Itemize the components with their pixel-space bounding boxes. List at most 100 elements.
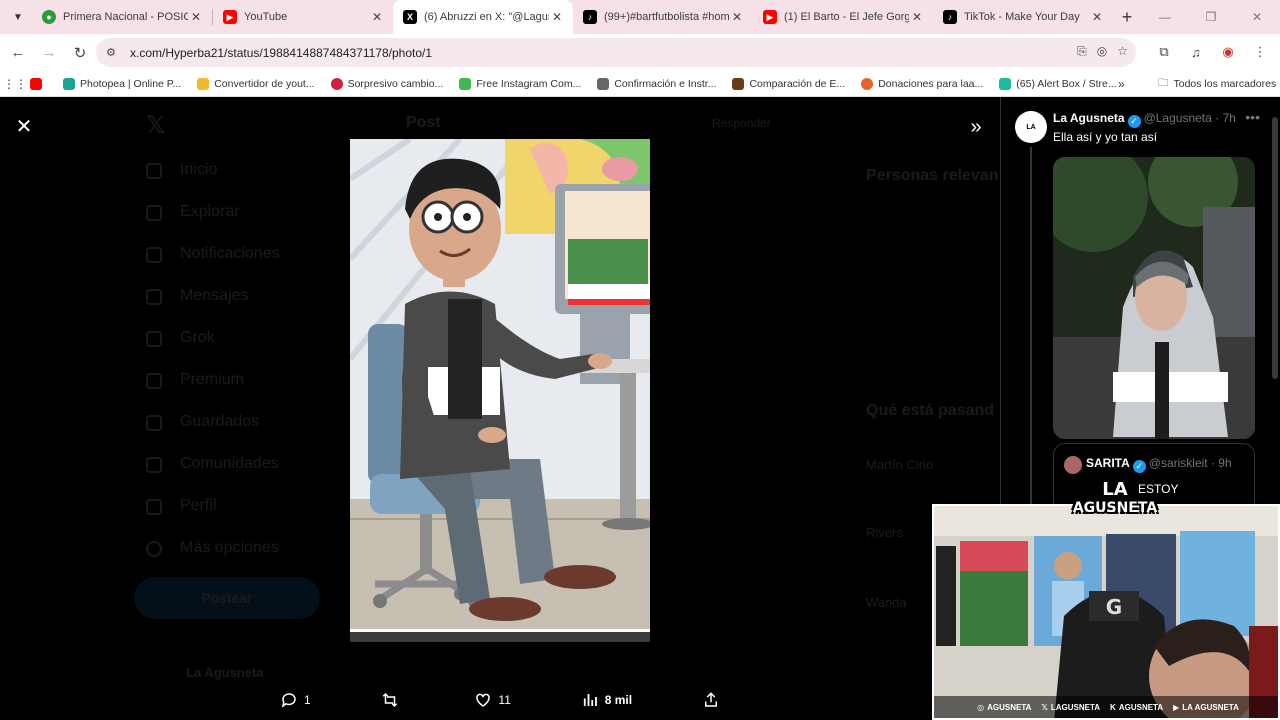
- tab-abruzzi-x[interactable]: X (6) Abruzzi en X: "@Lagusne ✕: [393, 0, 573, 34]
- extensions-icon[interactable]: ⧉: [1150, 38, 1178, 66]
- profile-icon[interactable]: ◉: [1214, 38, 1242, 66]
- tab-youtube[interactable]: ▶ YouTube ✕: [213, 0, 393, 34]
- social-label: LAGUSNETA: [1050, 702, 1101, 712]
- views-icon: [583, 694, 597, 706]
- explore-icon: [146, 205, 162, 221]
- tweet-photo[interactable]: [1053, 157, 1255, 439]
- reply-button: Responder: [712, 116, 771, 130]
- bookmark-label: Convertidor de yout...: [214, 77, 315, 90]
- tweet-text: Ella así y yo tan así: [1053, 130, 1158, 144]
- bookmark-confirmacion[interactable]: Confirmación e Instr...: [597, 77, 716, 90]
- bookmark-icon: [146, 415, 162, 431]
- bookmark-label: Free Instagram Com...: [476, 77, 582, 90]
- social-label: AGUSNETA: [987, 702, 1032, 712]
- tab-el-barto[interactable]: ▶ (1) El Barto - El Jefe Gorgory ✕: [753, 0, 933, 34]
- bookmark-label: Donaciones para laa...: [878, 77, 984, 90]
- close-media-button[interactable]: ✕: [12, 114, 36, 138]
- minimize-button[interactable]: —: [1142, 0, 1188, 34]
- media-control-icon[interactable]: ♫: [1182, 38, 1210, 66]
- like-count: 11: [498, 693, 511, 707]
- tab-tiktok-bart[interactable]: ♪ (99+)#bartfutbolista #home ✕: [573, 0, 753, 34]
- collapse-panel-button[interactable]: »: [964, 115, 988, 139]
- tab-title: Primera Nacional - POSICIO: [63, 11, 188, 23]
- relevant-people-heading: Personas relevan: [866, 167, 999, 184]
- youtube-favicon-icon: ▶: [763, 10, 777, 24]
- folder-icon: 🗀: [1158, 76, 1169, 89]
- more-options-icon[interactable]: •••: [1245, 109, 1260, 125]
- reply-button[interactable]: 1: [280, 691, 311, 709]
- close-tab-icon[interactable]: ✕: [909, 10, 925, 24]
- tiktok-favicon-icon: ♪: [943, 10, 957, 24]
- bookmark-alert-box[interactable]: (65) Alert Box / Stre...: [999, 77, 1117, 90]
- site-info-icon[interactable]: ⚙: [106, 46, 120, 59]
- youtube-icon: ▶: [1173, 702, 1180, 712]
- close-tab-icon[interactable]: ✕: [1089, 10, 1105, 24]
- forward-button[interactable]: →: [35, 39, 63, 67]
- more-options-icon: [146, 541, 162, 557]
- link-icon: [597, 77, 610, 90]
- check-icon: [459, 77, 472, 90]
- cast-icon[interactable]: ⎘: [1077, 44, 1087, 59]
- like-button[interactable]: 11: [474, 691, 511, 709]
- nav-mas-opciones: Más opciones: [180, 539, 279, 556]
- eye-off-icon[interactable]: ◎: [1097, 44, 1107, 59]
- address-bar[interactable]: ⚙ x.com/Hyperba21/status/198841488748437…: [96, 38, 1136, 67]
- new-tab-button[interactable]: +: [1113, 7, 1141, 28]
- author-handle[interactable]: @Lagusneta: [1144, 111, 1212, 125]
- streamer-logo: LA AGUSNETA: [1072, 474, 1158, 524]
- close-window-button[interactable]: ✕: [1234, 0, 1280, 34]
- tab-search-button[interactable]: ▼: [4, 3, 32, 31]
- bookmark-convertidor[interactable]: Convertidor de yout...: [197, 77, 315, 90]
- scrollbar[interactable]: [1272, 117, 1278, 379]
- bookmark-youtube[interactable]: [30, 77, 47, 90]
- social-instagram: ◎ AGUSNETA: [977, 703, 1031, 712]
- verified-badge-icon: ✓: [1127, 115, 1141, 128]
- avatar[interactable]: LA: [1015, 111, 1047, 143]
- back-button[interactable]: ←: [4, 39, 32, 67]
- author-name[interactable]: La Agusneta: [1053, 111, 1125, 125]
- close-tab-icon[interactable]: ✕: [729, 10, 745, 24]
- tab-title: (99+)#bartfutbolista #home: [604, 11, 729, 23]
- trend-item: Martín Cirio: [866, 457, 934, 472]
- restore-button[interactable]: ❐: [1188, 0, 1234, 34]
- page-content: 𝕏 Post Responder Inicio Explorar Notific…: [0, 97, 1280, 720]
- nav-mensajes: Mensajes: [180, 287, 249, 304]
- post-image[interactable]: [350, 139, 650, 642]
- tweet-time[interactable]: · 7h: [1215, 111, 1236, 125]
- bookmark-instagram-com[interactable]: Free Instagram Com...: [459, 77, 582, 90]
- trend-item: Wanda: [866, 595, 907, 610]
- tweet-header: La Agusneta ✓ @Lagusneta · 7h: [1053, 111, 1236, 128]
- menu-icon[interactable]: ⋮: [1246, 38, 1274, 66]
- more-bookmarks-icon[interactable]: »: [1118, 77, 1125, 91]
- close-tab-icon[interactable]: ✕: [188, 10, 204, 24]
- bookmark-donaciones[interactable]: Donaciones para laa...: [861, 77, 984, 90]
- mail-icon: [146, 289, 162, 305]
- all-bookmarks-folder[interactable]: 🗀 Todos los marcadores: [1158, 75, 1276, 93]
- profile-icon: [146, 499, 162, 515]
- kick-icon: K: [1110, 702, 1116, 712]
- nav-perfil: Perfil: [180, 497, 217, 514]
- close-tab-icon[interactable]: ✕: [549, 10, 565, 24]
- nav-premium: Premium: [180, 371, 245, 388]
- views-button[interactable]: 8 mil: [581, 691, 632, 709]
- repost-button[interactable]: [381, 691, 405, 709]
- bookmark-sorpresivo[interactable]: Sorpresivo cambio...: [330, 77, 443, 90]
- bookmark-star-icon[interactable]: ☆: [1117, 44, 1128, 59]
- apps-grid-icon[interactable]: ⋮⋮: [0, 77, 30, 91]
- nav-bar: ← → ↻ ⚙ x.com/Hyperba21/status/198841488…: [0, 34, 1280, 71]
- webcam-feed: G: [934, 506, 1278, 718]
- premium-icon: [146, 373, 162, 389]
- bookmark-label: Photopea | Online P...: [80, 77, 182, 90]
- bookmark-photopea[interactable]: Photopea | Online P...: [63, 77, 182, 90]
- post-header: Post: [406, 114, 441, 131]
- bookmark-comparacion[interactable]: Comparación de E...: [732, 77, 845, 90]
- share-button[interactable]: [702, 691, 720, 709]
- social-kick: K AGUSNETA: [1110, 703, 1163, 712]
- news-icon: [330, 77, 343, 90]
- close-tab-icon[interactable]: ✕: [369, 10, 385, 24]
- grok-icon: [146, 331, 162, 347]
- reload-button[interactable]: ↻: [66, 39, 94, 67]
- bookmark-label: (65) Alert Box / Stre...: [1016, 77, 1117, 90]
- tab-primera-nacional[interactable]: ● Primera Nacional - POSICIO ✕: [32, 0, 212, 34]
- tab-tiktok[interactable]: ♪ TikTok - Make Your Day ✕: [933, 0, 1113, 34]
